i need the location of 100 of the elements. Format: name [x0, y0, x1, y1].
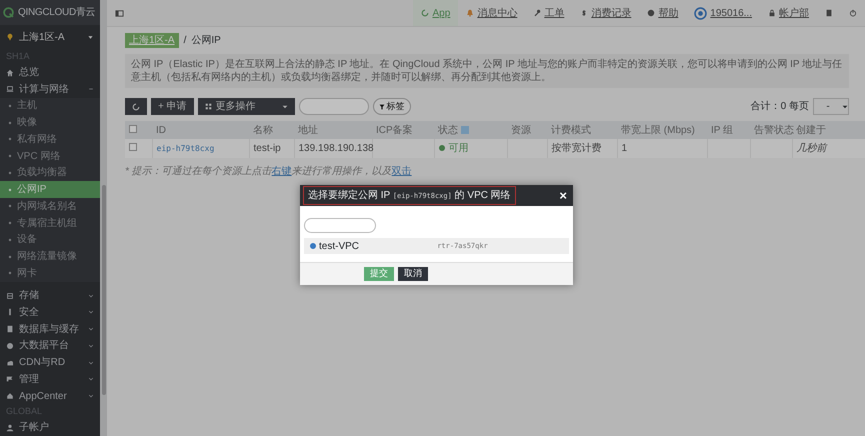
wrench-icon	[533, 9, 542, 17]
sidebar-item[interactable]: 大数据平台	[0, 337, 100, 354]
status-text: 可用	[448, 143, 468, 154]
sidebar-item[interactable]: 安全	[0, 304, 100, 321]
chevron-icon	[88, 326, 94, 332]
tag-filter-button[interactable]: 标签	[372, 98, 411, 115]
sidebar-subitem[interactable]: 内网域名别名	[0, 198, 100, 215]
logo-icon	[3, 7, 14, 18]
chevron-icon	[88, 309, 94, 316]
nav-link[interactable]: 帮助	[639, 0, 686, 26]
sidebar-item[interactable]: CDN与RD	[0, 354, 100, 371]
document-icon	[825, 9, 833, 17]
table-cell: 1	[622, 143, 628, 154]
radio-button[interactable]	[310, 243, 316, 249]
search-field[interactable]	[304, 218, 376, 233]
filter-icon	[378, 104, 385, 110]
grid-icon	[204, 103, 212, 110]
menu-icon	[115, 8, 124, 18]
sidebar-subitem[interactable]: 网络流量镜像	[0, 248, 100, 265]
sidebar-subitem[interactable]: 私有网络	[0, 131, 100, 148]
total-count: 合计：0 每页	[750, 100, 809, 114]
refresh-icon	[421, 9, 430, 17]
cancel-button[interactable]: 取消	[398, 267, 428, 281]
nav-link[interactable]: 帐户部	[760, 0, 817, 26]
breadcrumb-separator: /	[184, 34, 186, 48]
table-cell: 按带宽计费	[552, 143, 602, 154]
sidebar-item[interactable]: 子帐户	[0, 419, 100, 436]
collapse-icon	[88, 86, 94, 92]
more-actions-dropdown[interactable]: 更多操作	[198, 98, 295, 115]
caret-icon	[282, 104, 288, 110]
column-header: IP 组	[707, 121, 750, 139]
description-text: 公网 IP（Elastic IP）是在互联网上合法的静态 IP 地址。在 QingCloud 系统中，公网 IP 地址与您的账户而非特定的资源关联，您可以将申请到的公网 IP 地址与任意主机（包括私有网络内的主机）或负载均衡器绑定，并随时可以解绑、再分配到其他资源上。	[125, 54, 849, 88]
column-header: ICP备案	[372, 121, 434, 139]
chevron-icon	[88, 376, 94, 382]
circle-icon	[6, 342, 14, 350]
column-header: 状态	[434, 121, 507, 139]
sidebar-item[interactable]: AppCenter	[0, 388, 100, 404]
submit-button[interactable]: 提交	[364, 267, 394, 281]
breadcrumb-current: 公网IP	[191, 34, 221, 48]
chevron-icon	[88, 292, 94, 299]
chevron-icon	[88, 342, 94, 349]
row-checkbox[interactable]	[129, 143, 137, 151]
sidebar-item[interactable]: 计算与网络	[0, 80, 100, 98]
sidebar-subitem[interactable]: 专属宿主机组	[0, 214, 100, 232]
vpc-name: test-VPC	[319, 240, 360, 254]
region-name: 上海1区-A	[19, 30, 65, 45]
column-header: ID	[152, 121, 249, 139]
sidebar-item[interactable]: 总览	[0, 64, 100, 81]
table-cell: 几秒前	[796, 143, 826, 154]
table-cell: 139.198.190.138	[298, 143, 374, 154]
sidebar-subitem[interactable]: 设备	[0, 231, 100, 248]
users-icon	[6, 424, 14, 432]
caret-icon	[842, 104, 848, 110]
flag-icon	[6, 375, 14, 384]
caret-icon	[87, 34, 94, 41]
hint-link[interactable]: 双击	[392, 166, 412, 177]
sidebar-subitem[interactable]: 公网IP	[0, 181, 100, 198]
brand-name: QINGCLOUD青云	[18, 6, 96, 20]
sidebar-item[interactable]: 数据库与缓存	[0, 320, 100, 338]
hint-link[interactable]: 右键	[272, 166, 292, 177]
close-button[interactable]: ×	[559, 189, 567, 202]
nav-link[interactable]: 消息中心	[458, 0, 526, 26]
chevron-icon	[88, 393, 94, 400]
sidebar-subitem[interactable]: VPC 网络	[0, 148, 100, 165]
cloud-icon	[6, 358, 14, 367]
location-pin-icon	[6, 33, 14, 42]
chevron-icon	[88, 360, 94, 366]
bell-icon	[466, 9, 474, 17]
column-header: 地址	[294, 121, 372, 139]
sidebar-subitem[interactable]: 映像	[0, 114, 100, 132]
search-field[interactable]	[298, 98, 369, 115]
sidebar-item[interactable]: 管理	[0, 370, 100, 388]
sidebar-subitem[interactable]: 网卡	[0, 264, 100, 282]
hint-text: * 提示：可通过在每个资源上点击	[125, 166, 272, 177]
power-icon	[849, 9, 857, 17]
refresh-button[interactable]	[125, 98, 147, 115]
page-size-select[interactable]: -	[813, 98, 849, 115]
dollar-icon	[580, 9, 588, 17]
apply-button[interactable]: + 申请	[151, 98, 194, 115]
sidebar-subitem[interactable]: 主机	[0, 98, 100, 114]
column-header: 告警状态	[750, 121, 792, 139]
bullet-icon	[8, 188, 12, 192]
table-cell: test-ip	[254, 143, 281, 154]
column-header: 计费模式	[547, 121, 617, 139]
column-header: 名称	[249, 121, 294, 139]
nav-link[interactable]: 195016...	[686, 0, 760, 26]
hint-text: 来进行常用操作，以及	[292, 166, 392, 177]
column-header: 资源	[507, 121, 547, 139]
select-all-checkbox[interactable]	[129, 124, 137, 132]
refresh-icon	[132, 102, 140, 110]
scrollbar-thumb[interactable]	[102, 185, 106, 395]
filter-icon[interactable]	[461, 126, 469, 134]
nav-link[interactable]: 消费记录	[572, 0, 640, 26]
nav-link[interactable]: 工单	[525, 0, 572, 26]
sidebar-subitem[interactable]: 负载均衡器	[0, 164, 100, 182]
avatar-icon	[694, 6, 708, 20]
column-header: 创建于	[792, 121, 865, 139]
house-icon	[6, 392, 14, 400]
column-header: 带宽上限 (Mbps)	[617, 121, 707, 139]
sidebar-item[interactable]: 存储	[0, 287, 100, 304]
